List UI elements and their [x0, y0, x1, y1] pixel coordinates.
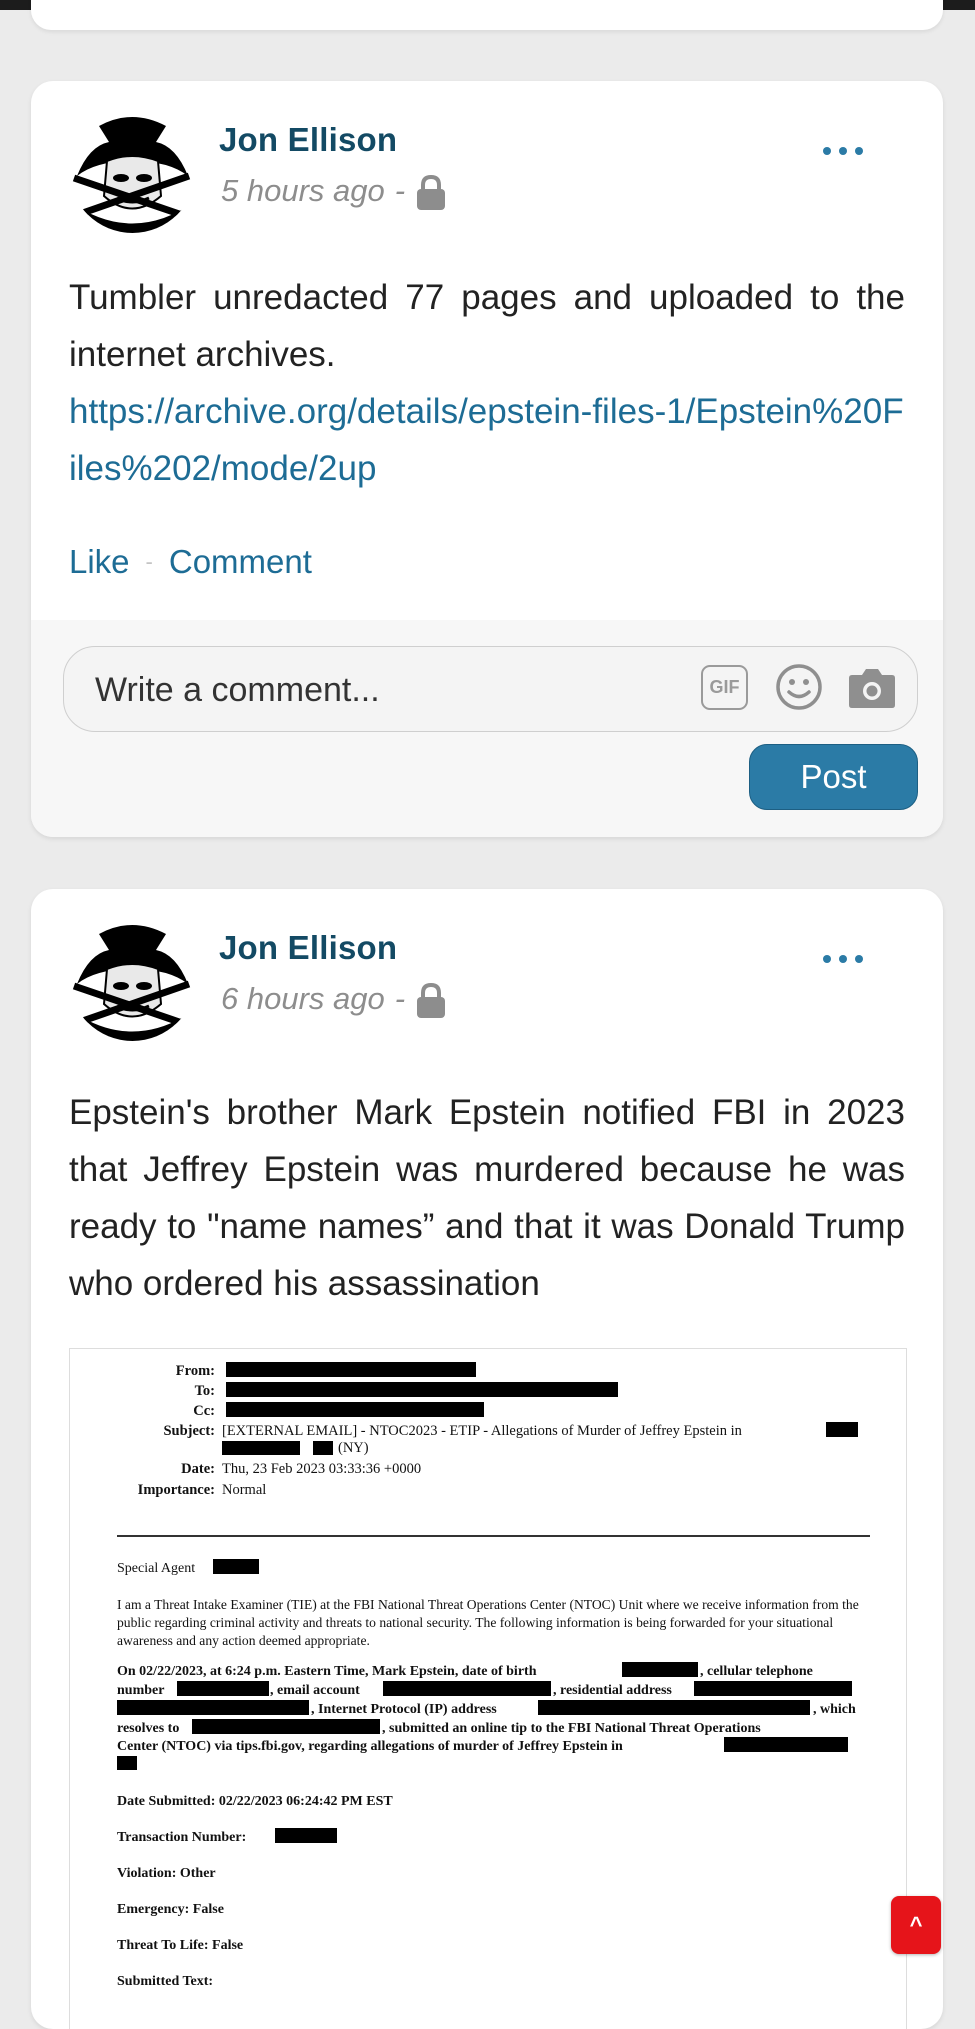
post-text: Tumbler unredacted 77 pages and uploaded…: [69, 269, 905, 497]
redaction: [226, 1362, 476, 1377]
emoji-icon[interactable]: [774, 662, 824, 712]
doc-subject-label: Subject:: [163, 1423, 215, 1439]
previous-post-card: [31, 0, 943, 30]
redaction: [226, 1402, 484, 1417]
doc-tip-line: , Internet Protocol (IP) address: [311, 1702, 497, 1717]
scroll-to-top-button[interactable]: ^: [891, 1896, 941, 1954]
redaction: [117, 1700, 309, 1715]
redaction: [538, 1700, 810, 1715]
doc-tip-line: number: [117, 1683, 165, 1698]
meta-separator: -: [394, 981, 406, 1016]
doc-date-submitted: Date Submitted: 02/22/2023 06:24:42 PM E…: [117, 1794, 393, 1809]
redaction: [222, 1441, 300, 1455]
doc-subject: [EXTERNAL EMAIL] - NTOC2023 - ETIP - All…: [222, 1423, 742, 1439]
post-link[interactable]: https://archive.org/details/epstein-file…: [69, 383, 905, 497]
meta-separator: -: [394, 173, 406, 208]
redaction: [177, 1681, 269, 1696]
doc-submitted-text: Submitted Text:: [117, 1974, 214, 1989]
doc-divider: [117, 1535, 870, 1537]
doc-to-label: To:: [194, 1383, 215, 1399]
post-body: Tumbler unredacted 77 pages and uploaded…: [69, 278, 905, 374]
doc-tip-line: , submitted an online tip to the FBI Nat…: [382, 1721, 761, 1736]
doc-tip-line: , cellular telephone: [700, 1664, 813, 1679]
redaction: [213, 1559, 259, 1574]
doc-tip-line: Center (NTOC) via tips.fbi.gov, regardin…: [117, 1739, 623, 1754]
doc-tip-line: , email account: [270, 1683, 360, 1698]
redaction: [694, 1681, 852, 1696]
doc-transaction-label: Transaction Number:: [117, 1830, 247, 1845]
redaction: [117, 1756, 137, 1770]
post-comment-button[interactable]: Post: [749, 744, 918, 810]
doc-paragraph: I am a Threat Intake Examiner (TIE) at t…: [117, 1597, 859, 1648]
post-actions: Like - Comment: [69, 543, 312, 581]
doc-tip-line: On 02/22/2023, at 6:24 p.m. Eastern Time…: [117, 1664, 537, 1679]
doc-greeting: Special Agent: [117, 1561, 196, 1576]
post-card: Jon Ellison 5 hours ago - Tumbler unreda…: [31, 81, 943, 837]
post-time[interactable]: 6 hours ago: [221, 981, 385, 1017]
action-separator: -: [145, 549, 153, 574]
doc-from-label: From:: [175, 1363, 215, 1379]
avatar[interactable]: [69, 914, 196, 1041]
redaction: [826, 1422, 858, 1437]
pirate-mask-icon: [69, 106, 196, 233]
redaction: [622, 1662, 698, 1677]
more-options-icon[interactable]: [823, 949, 863, 969]
comment-button[interactable]: Comment: [169, 543, 312, 581]
doc-tip-line: resolves to: [117, 1721, 180, 1736]
post-body: Epstein's brother Mark Epstein notified …: [69, 1093, 905, 1303]
doc-tip-line: , which: [813, 1702, 856, 1717]
doc-cc-label: Cc:: [193, 1403, 215, 1419]
doc-emergency: Emergency: False: [117, 1902, 224, 1917]
post-card: Jon Ellison 6 hours ago - Epstein's brot…: [31, 889, 943, 2029]
redaction: [313, 1441, 333, 1455]
doc-importance-label: Importance:: [137, 1482, 215, 1498]
author-name[interactable]: Jon Ellison: [219, 929, 397, 967]
comment-section: Write a comment... GIF Post: [31, 620, 943, 837]
gif-button[interactable]: GIF: [701, 665, 748, 710]
like-button[interactable]: Like: [69, 543, 130, 581]
avatar[interactable]: [69, 106, 196, 233]
doc-tip-line: , residential address: [553, 1683, 672, 1698]
redaction: [192, 1719, 380, 1734]
comment-placeholder: Write a comment...: [95, 671, 380, 709]
doc-violation: Violation: Other: [117, 1866, 216, 1881]
lock-icon: [417, 983, 446, 1018]
attached-document-image[interactable]: From: To: Cc: Subject: [EXTERNAL EMAIL] …: [69, 1348, 907, 2029]
author-name[interactable]: Jon Ellison: [219, 121, 397, 159]
redaction: [275, 1828, 337, 1843]
redaction: [226, 1382, 618, 1397]
lock-icon: [417, 175, 446, 210]
post-meta: 5 hours ago -: [221, 173, 447, 210]
doc-importance: Normal: [222, 1482, 267, 1498]
redaction: [383, 1681, 551, 1696]
redaction: [724, 1737, 848, 1752]
pirate-mask-icon: [69, 914, 196, 1041]
camera-icon[interactable]: [848, 665, 896, 709]
comment-input[interactable]: Write a comment... GIF: [63, 646, 918, 732]
doc-date: Thu, 23 Feb 2023 03:33:36 +0000: [222, 1461, 422, 1477]
doc-date-label: Date:: [181, 1461, 215, 1477]
doc-threat: Threat To Life: False: [117, 1938, 244, 1953]
post-time[interactable]: 5 hours ago: [221, 173, 385, 209]
more-options-icon[interactable]: [823, 141, 863, 161]
doc-subject-cont: (NY): [338, 1440, 369, 1456]
post-meta: 6 hours ago -: [221, 981, 447, 1018]
